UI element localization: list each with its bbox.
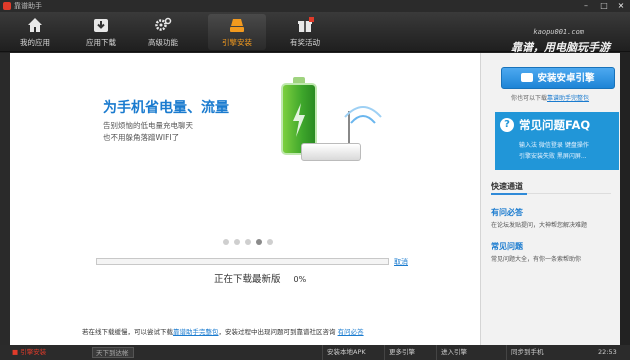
download-percent: 0%: [293, 275, 307, 284]
engine-icon: [521, 73, 534, 82]
app-logo-icon: [3, 2, 11, 10]
home-icon: [28, 18, 42, 32]
banner-subtitle: 告别烦恼的低电量充电聊天: [103, 121, 193, 130]
footer-note: 若在线下载缓慢，可以尝试下载靠谱助手完整包，安装过程中出现问题可到靠谱社区咨询 …: [82, 326, 364, 336]
full-package-link[interactable]: 靠谱助手完整包: [547, 95, 589, 102]
nav-item-label: 有奖活动: [290, 38, 320, 47]
banner-subtitle: 也不用躲角落蹭WIFI了: [103, 133, 180, 142]
router-illustration: [301, 143, 361, 161]
qa-link[interactable]: 有问必答: [338, 328, 364, 336]
install-hint: 你也可以下载靠谱助手完整包: [511, 93, 589, 102]
install-android-engine-button[interactable]: 安装安卓引擎: [501, 67, 615, 89]
gift-icon: [298, 17, 314, 32]
nav-item-label: 引擎安装: [222, 38, 252, 47]
faq-title: 常见问题FAQ: [519, 118, 591, 132]
status-text: 正在下载最新版: [214, 274, 281, 285]
left-gutter: [0, 53, 10, 345]
engine-status: ■ 引擎安装: [12, 348, 47, 356]
install-local-apk-button[interactable]: 安装本地APK: [322, 345, 370, 360]
qa-forum-desc: 在论坛发贴提问，大神帮您解决难题: [491, 222, 588, 229]
quick-access-title: 快速通道: [491, 182, 523, 191]
sync-to-phone-button[interactable]: 同步到手机: [506, 345, 548, 360]
nav-item-label: 我的应用: [20, 38, 50, 47]
nav-item-engine-install[interactable]: 引擎安装: [208, 14, 266, 50]
nav-item-app-download[interactable]: 应用下载: [72, 14, 130, 50]
footer-note-middle: ，安装过程中出现问题可到靠谱社区咨询: [218, 328, 336, 336]
nav-item-label: 高级功能: [148, 38, 178, 47]
faq-topics: 输入法 微信登录 键盘操作: [519, 142, 589, 149]
clock: 22:53: [598, 348, 617, 356]
carousel-dot-active[interactable]: [256, 239, 262, 245]
carousel-dot[interactable]: [267, 239, 273, 245]
cancel-download-link[interactable]: 取消: [394, 257, 408, 267]
nav-item-rewards[interactable]: 有奖活动: [276, 14, 334, 50]
question-icon: ?: [500, 118, 514, 132]
window-title: 靠谱助手: [14, 2, 42, 10]
download-progress-bar: [96, 258, 389, 265]
common-questions-desc: 常见问题大全，有你一条索帮助你: [491, 256, 582, 263]
title-bar: 靠谱助手 – □ ×: [0, 0, 630, 12]
engine-icon: [230, 19, 244, 32]
top-navigation: 我的应用 应用下载 高级功能 引擎安装 有奖活动 kaopu001.com 靠谱…: [0, 12, 630, 54]
right-panel: 安装安卓引擎 你也可以下载靠谱助手完整包 ? 常见问题FAQ 输入法 微信登录 …: [480, 53, 620, 345]
carousel-dot[interactable]: [234, 239, 240, 245]
banner-title: 为手机省电量、流量: [103, 100, 229, 116]
download-box-icon: [94, 19, 108, 32]
close-button[interactable]: ×: [613, 0, 629, 12]
maximize-button[interactable]: □: [596, 0, 612, 12]
faq-topics: 引擎安装失败 黑屏闪屏...: [519, 153, 587, 160]
more-engines-button[interactable]: 更多引擎: [384, 345, 419, 360]
qa-forum-link[interactable]: 有问必答: [491, 207, 523, 218]
faq-card[interactable]: ? 常见问题FAQ 输入法 微信登录 键盘操作 引擎安装失败 黑屏闪屏...: [495, 112, 619, 170]
divider: [491, 193, 611, 195]
nav-item-my-apps[interactable]: 我的应用: [6, 14, 64, 50]
device-select[interactable]: 天下到达帐: [92, 347, 134, 358]
common-questions-link[interactable]: 常见问题: [491, 241, 523, 252]
main-panel: 为手机省电量、流量 告别烦恼的低电量充电聊天 也不用躲角落蹭WIFI了 取消 正…: [10, 53, 480, 345]
footer-note-prefix: 若在线下载缓慢，可以尝试下载: [82, 328, 173, 336]
install-hint-prefix: 你也可以下载: [511, 95, 548, 102]
gears-icon: [155, 17, 172, 31]
download-status: 正在下载最新版 0%: [214, 271, 306, 285]
app-window: 靠谱助手 – □ × 我的应用 应用下载 高级功能 引擎安装 有奖活动 kaop…: [0, 0, 630, 360]
wifi-signal-icon: [344, 106, 382, 124]
bottom-bar: ■ 引擎安装 天下到达帐 安装本地APK 更多引擎 进入引擎 同步到手机 22:…: [0, 345, 630, 360]
brand-url: kaopu001.com: [533, 28, 584, 36]
nav-item-advanced[interactable]: 高级功能: [134, 14, 192, 50]
minimize-button[interactable]: –: [578, 0, 594, 12]
carousel-dots: [223, 230, 278, 245]
full-package-link[interactable]: 靠谱助手完整包: [173, 328, 219, 336]
carousel-dot[interactable]: [245, 239, 251, 245]
promo-banner[interactable]: 为手机省电量、流量 告别烦恼的低电量充电聊天 也不用躲角落蹭WIFI了: [73, 53, 393, 203]
install-button-label: 安装安卓引擎: [537, 73, 595, 84]
carousel-dot[interactable]: [223, 239, 229, 245]
enter-engine-button[interactable]: 进入引擎: [436, 345, 471, 360]
nav-item-label: 应用下载: [86, 38, 116, 47]
